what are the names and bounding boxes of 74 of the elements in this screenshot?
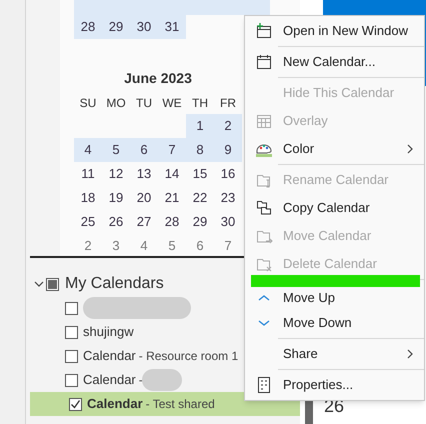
day-cell[interactable]: 21 (158, 186, 186, 210)
checkbox[interactable] (65, 302, 78, 314)
redaction-mark (142, 369, 182, 391)
group-title[interactable]: My Calendars (65, 272, 164, 296)
chevron-down-icon (257, 318, 271, 328)
day-cell[interactable]: 4 (74, 138, 102, 162)
day-cell[interactable]: 15 (186, 162, 214, 186)
day-cell[interactable]: 8 (186, 138, 214, 162)
new-window-icon (255, 22, 273, 40)
menu-item[interactable]: Copy Calendar (245, 194, 424, 222)
folders-icon (255, 199, 273, 217)
menu-item[interactable]: Share (245, 340, 424, 368)
day-cell[interactable]: 28 (74, 15, 102, 39)
menu-item[interactable]: Open in New Window (245, 17, 424, 45)
day-cell[interactable]: 30 (130, 15, 158, 39)
menu-item[interactable]: Color (245, 135, 424, 163)
day-cell[interactable]: 27 (130, 210, 158, 234)
day-cell[interactable]: 6 (186, 234, 214, 256)
day-cell[interactable]: 19 (102, 186, 130, 210)
day-cell[interactable]: 3 (102, 234, 130, 256)
properties-icon (255, 376, 273, 394)
calendar-owner: - Resource room 1 (138, 348, 238, 365)
day-cell[interactable]: 28 (158, 210, 186, 234)
month-title: June 2023 (123, 69, 193, 88)
checkbox[interactable] (46, 278, 59, 290)
day-cell[interactable]: 9 (214, 138, 242, 162)
checkbox[interactable] (65, 350, 78, 362)
checkbox[interactable] (65, 374, 78, 386)
day-cell[interactable]: 2 (74, 234, 102, 256)
day-cell[interactable]: 20 (130, 186, 158, 210)
day-cell[interactable]: 5 (158, 234, 186, 256)
calendar-item[interactable]: Calendar - Test shared (30, 392, 300, 416)
day-cell[interactable]: 23 (214, 186, 242, 210)
day-cell[interactable]: 25 (74, 210, 102, 234)
weekday-label: MO (105, 95, 127, 112)
day-cell[interactable]: 14 (158, 162, 186, 186)
day-cell[interactable]: 7 (158, 138, 186, 162)
day-cell[interactable]: 31 (158, 15, 186, 39)
calendar-icon (255, 53, 273, 71)
menu-item[interactable]: Move Up (245, 287, 424, 309)
day-cell[interactable]: 7 (214, 234, 242, 256)
day-cell[interactable]: 29 (186, 210, 214, 234)
grid-calendar-icon (255, 112, 273, 130)
menu-item[interactable]: Move Down (245, 309, 424, 337)
day-cell[interactable]: 13 (130, 162, 158, 186)
day-cell[interactable]: 18 (74, 186, 102, 210)
day-cell[interactable]: 12 (102, 162, 130, 186)
calendar-owner: - (138, 372, 143, 389)
calendar-owner: - Test shared (146, 396, 215, 413)
weekday-label: TU (135, 95, 153, 112)
checkbox[interactable] (69, 398, 82, 410)
day-cell[interactable]: 6 (130, 138, 158, 162)
day-cell[interactable]: 5 (102, 138, 130, 162)
weekday-label: TH (191, 95, 209, 112)
day-cell[interactable]: 30 (214, 210, 242, 234)
day-cell[interactable]: 16 (214, 162, 242, 186)
expand-icon[interactable] (34, 279, 44, 289)
day-cell[interactable]: 22 (186, 186, 214, 210)
weekday-label: FR (219, 95, 237, 112)
day-cell[interactable]: 11 (74, 162, 102, 186)
calendar-name[interactable]: Calendar (87, 394, 143, 414)
calendar-name[interactable]: Calendar (83, 346, 136, 366)
day-cell[interactable]: 29 (102, 15, 130, 39)
chevron-up-icon (257, 293, 271, 303)
calendar-name[interactable]: Calendar (83, 370, 136, 390)
day-cell[interactable]: 1 (186, 114, 214, 138)
menu-item[interactable]: New Calendar... (245, 48, 424, 76)
day-cell[interactable]: 26 (102, 210, 130, 234)
weekday-label: WE (161, 95, 183, 112)
day-cell[interactable]: 4 (130, 234, 158, 256)
day-cell[interactable]: 2 (214, 114, 242, 138)
calendar-name[interactable]: shujingw (83, 322, 134, 342)
weekday-label: SU (78, 95, 98, 112)
checkbox[interactable] (65, 326, 78, 338)
